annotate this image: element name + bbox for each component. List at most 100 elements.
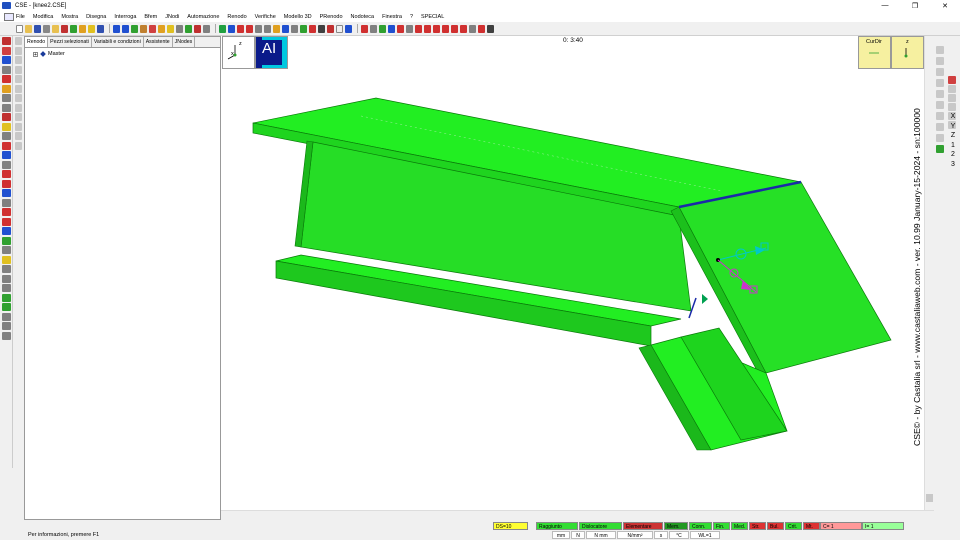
tool-icon[interactable]: [2, 236, 11, 245]
model-viewport[interactable]: [221, 36, 934, 510]
tool-icon[interactable]: [442, 24, 449, 33]
tool-icon[interactable]: [88, 24, 95, 33]
tool-icon[interactable]: [79, 24, 86, 33]
tool-icon[interactable]: [379, 24, 386, 33]
tab-renodo[interactable]: Renodo: [25, 37, 49, 47]
tool-icon[interactable]: [948, 94, 956, 102]
menu-special[interactable]: SPECIAL: [421, 14, 444, 20]
tool-icon[interactable]: [264, 24, 271, 33]
tool-icon[interactable]: [194, 24, 201, 33]
tool-icon[interactable]: [15, 84, 22, 93]
tool-icon[interactable]: [2, 65, 11, 74]
tool-icon[interactable]: [2, 293, 11, 302]
tool-icon[interactable]: [345, 24, 352, 33]
tool-icon[interactable]: [415, 24, 422, 33]
tool-icon[interactable]: [2, 284, 11, 292]
tool-icon[interactable]: [300, 24, 307, 33]
menu-jnodi[interactable]: JNodi: [165, 14, 179, 20]
tool-icon[interactable]: [948, 103, 956, 111]
menu-nodoteca[interactable]: Nodoteca: [351, 14, 375, 20]
close-button[interactable]: ✕: [930, 0, 960, 11]
menu-modello-3d[interactable]: Modello 3D: [284, 14, 312, 20]
tab-pezzi-selezionati[interactable]: Pezzi selezionati: [48, 37, 92, 47]
tool-icon[interactable]: [936, 101, 944, 109]
tool-icon[interactable]: [203, 24, 210, 33]
maximize-button[interactable]: ❐: [900, 0, 930, 11]
tool-icon[interactable]: [406, 24, 413, 33]
tool-icon[interactable]: [15, 113, 22, 121]
tool-icon[interactable]: [309, 24, 316, 33]
menu-renodo[interactable]: Renodo: [227, 14, 246, 20]
tool-icon[interactable]: [2, 151, 11, 159]
axis-3-button[interactable]: 3: [948, 160, 958, 170]
tool-icon[interactable]: [158, 24, 165, 33]
tool-icon[interactable]: [936, 112, 944, 120]
tab-assistente[interactable]: Assistente: [144, 37, 173, 47]
tool-icon[interactable]: [15, 65, 22, 74]
tool-icon[interactable]: [936, 46, 944, 54]
tool-icon[interactable]: [936, 68, 944, 76]
tool-icon[interactable]: [219, 24, 226, 33]
expand-icon[interactable]: +: [33, 51, 38, 57]
axis-z-button[interactable]: Z: [948, 131, 958, 141]
tool-icon[interactable]: [433, 24, 440, 33]
tool-icon[interactable]: [336, 24, 343, 33]
tool-icon[interactable]: [15, 75, 22, 83]
tool-icon[interactable]: [15, 94, 22, 102]
tool-icon[interactable]: [2, 56, 11, 64]
tab-jnodes[interactable]: JNodes: [173, 37, 196, 47]
tool-icon[interactable]: [15, 122, 22, 131]
tool-icon[interactable]: [97, 24, 104, 33]
tool-icon[interactable]: [228, 24, 235, 33]
tool-icon[interactable]: [2, 312, 11, 321]
curdir-box[interactable]: CurDir: [858, 36, 891, 69]
menu-modifica[interactable]: Modifica: [33, 14, 53, 20]
tool-icon[interactable]: [246, 24, 253, 33]
tool-icon[interactable]: [2, 75, 11, 83]
tool-icon[interactable]: [2, 274, 11, 283]
tool-icon[interactable]: [2, 113, 11, 121]
tool-icon[interactable]: [149, 24, 156, 33]
tool-icon[interactable]: [2, 37, 11, 45]
tool-icon[interactable]: [237, 24, 244, 33]
tool-icon[interactable]: [2, 303, 11, 311]
tool-icon[interactable]: [936, 90, 944, 98]
menu-interroga[interactable]: Interroga: [114, 14, 136, 20]
tool-icon[interactable]: [2, 46, 11, 55]
tool-icon[interactable]: [318, 24, 325, 33]
axis-2-button[interactable]: 2: [948, 150, 958, 160]
menu-mostra[interactable]: Mostra: [61, 14, 78, 20]
tool-icon[interactable]: [370, 24, 377, 33]
tool-icon[interactable]: [2, 132, 11, 140]
open-folder-icon[interactable]: [25, 24, 32, 33]
tool-icon[interactable]: [131, 24, 138, 33]
vertical-scrollbar[interactable]: [924, 36, 934, 510]
tool-icon[interactable]: [2, 122, 11, 131]
menu-automazione[interactable]: Automazione: [187, 14, 219, 20]
tool-icon[interactable]: [936, 134, 944, 142]
folder-icon[interactable]: [52, 24, 59, 33]
tool-icon[interactable]: [2, 208, 11, 216]
tool-icon[interactable]: [2, 217, 11, 226]
tool-icon[interactable]: [936, 123, 944, 131]
tool-icon[interactable]: [15, 132, 22, 140]
tool-icon[interactable]: [2, 103, 11, 112]
tool-icon[interactable]: [2, 246, 11, 254]
tool-icon[interactable]: [61, 24, 68, 33]
menu-verifiche[interactable]: Verifiche: [255, 14, 276, 20]
curdir-axis-box[interactable]: z: [891, 36, 924, 69]
tool-icon[interactable]: [140, 24, 147, 33]
print-icon[interactable]: [43, 24, 50, 33]
horizontal-scrollbar[interactable]: [221, 510, 934, 520]
tool-icon[interactable]: [15, 56, 22, 64]
tool-icon[interactable]: [397, 24, 404, 33]
tool-icon[interactable]: [255, 24, 262, 33]
tool-icon[interactable]: [2, 227, 11, 235]
save-icon[interactable]: [34, 24, 41, 33]
tool-icon[interactable]: [2, 322, 11, 330]
tool-icon[interactable]: [936, 57, 944, 65]
tool-icon[interactable]: [176, 24, 183, 33]
tool-icon[interactable]: [282, 24, 289, 33]
tool-icon[interactable]: [2, 94, 11, 102]
tab-variabili-e-condizioni[interactable]: Variabili e condizioni: [92, 37, 144, 47]
